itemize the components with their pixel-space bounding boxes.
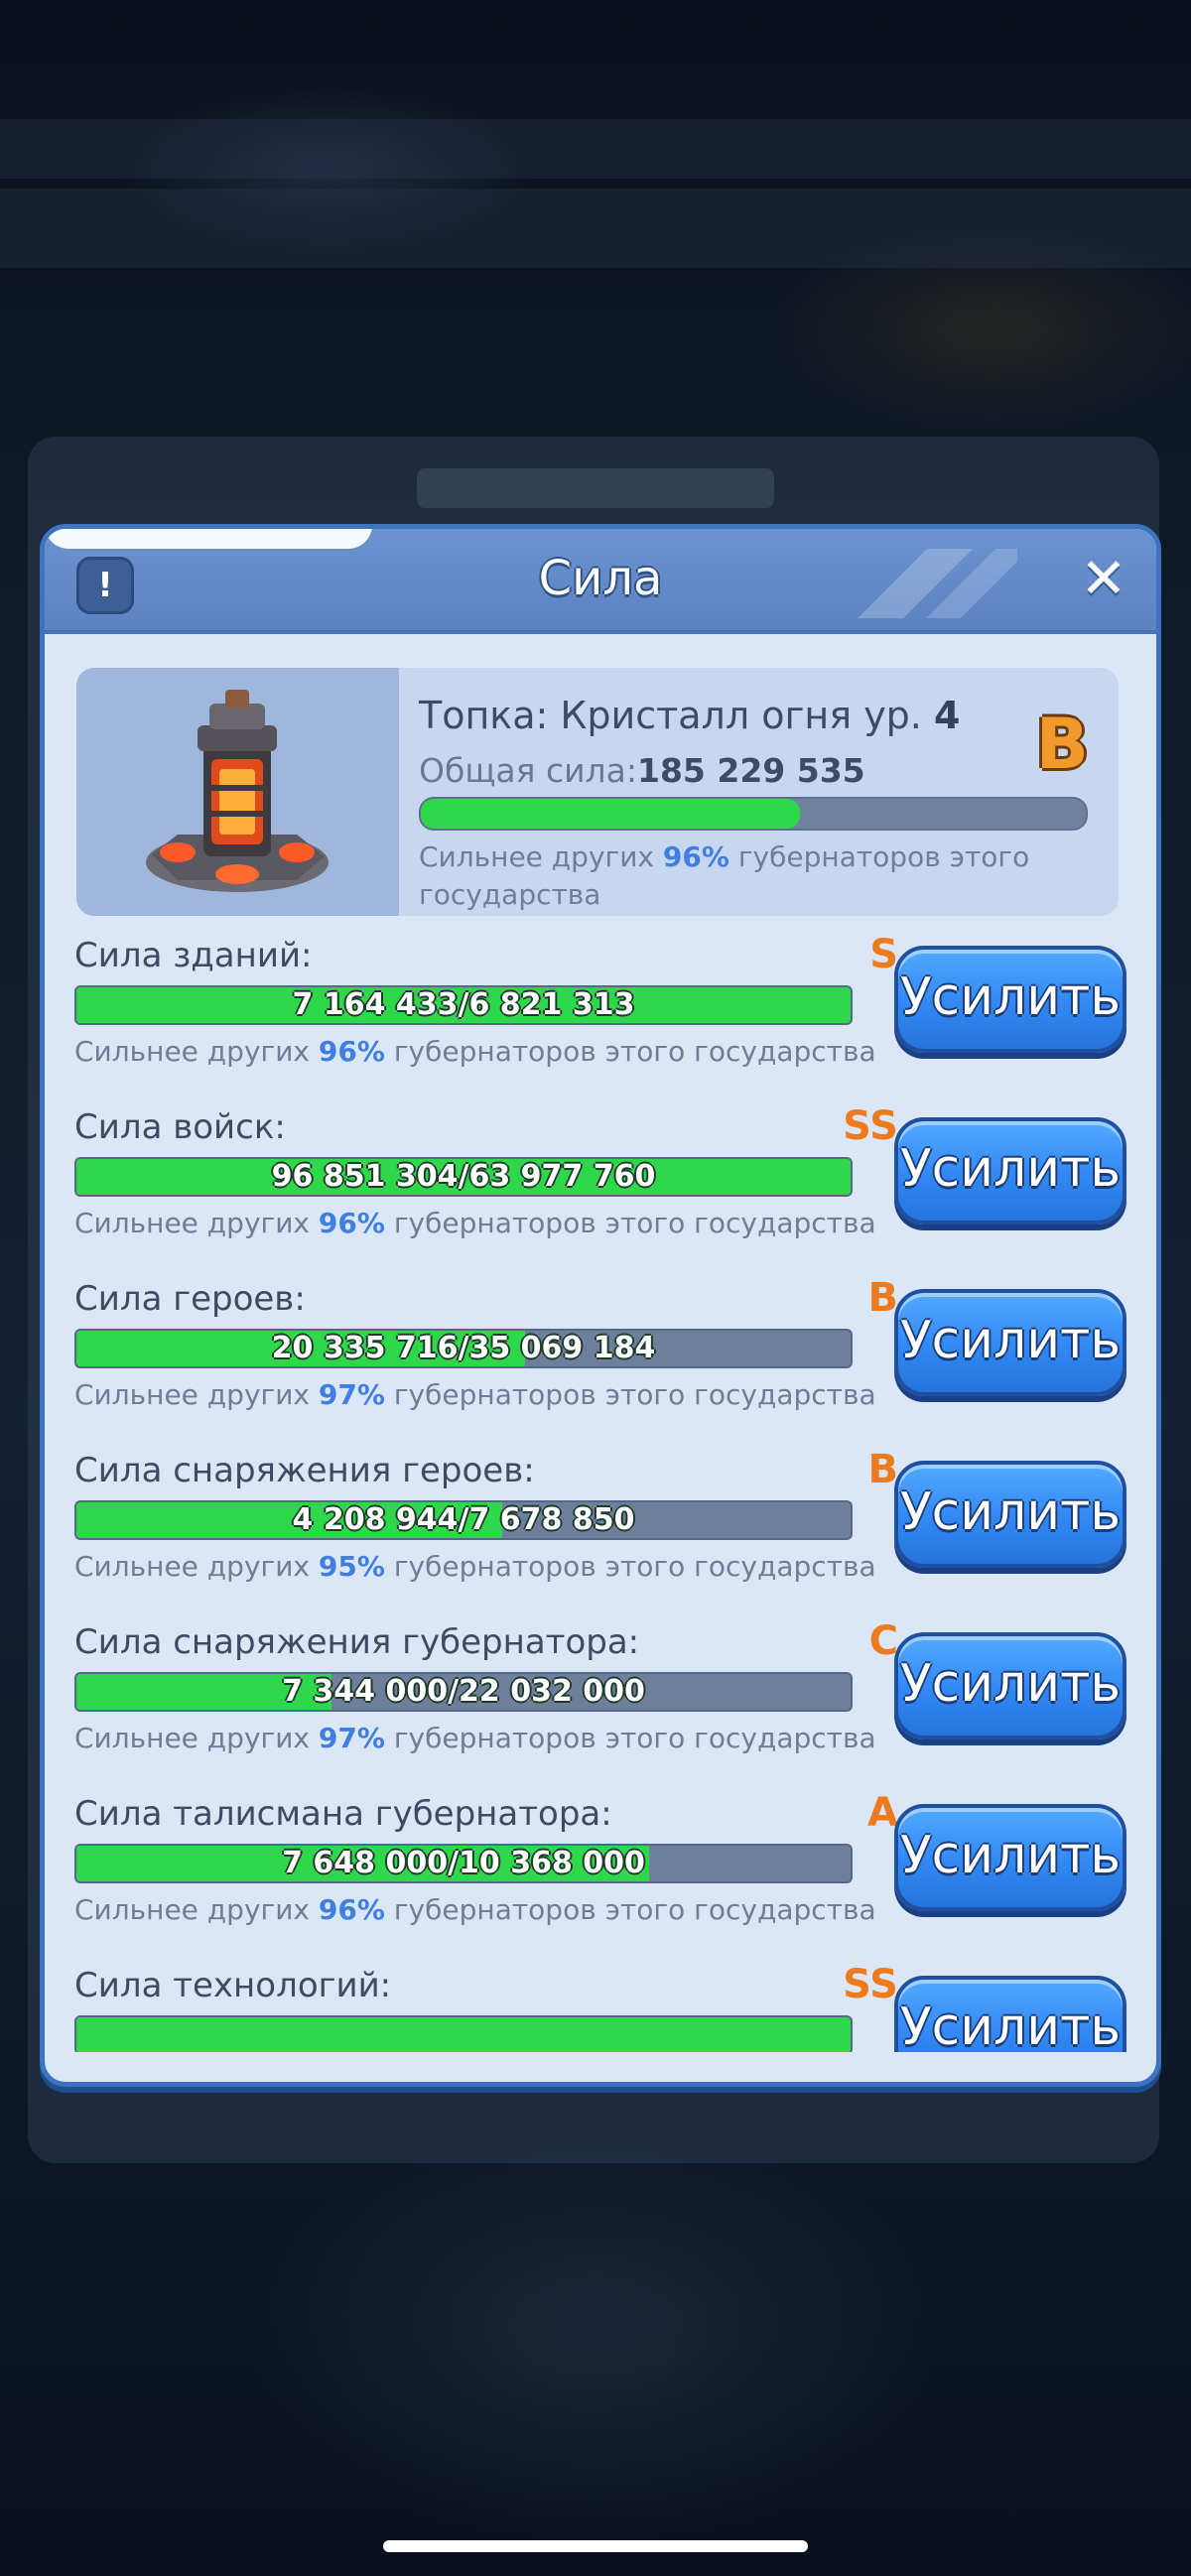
row-progress-value: 7 344 000/22 032 000 — [282, 1674, 645, 1709]
row-rank-note: Сильнее других 95% губернаторов этого го… — [74, 1550, 876, 1583]
background-top-bar — [0, 119, 1191, 179]
info-button[interactable]: ! — [76, 557, 134, 614]
power-row-hero-gear: Сила снаряжения героев: B 4 208 944/7 678 … — [45, 1447, 1156, 1621]
summary-rank-note: Сильнее других 96% губернаторов этого го… — [419, 840, 1030, 911]
close-button[interactable]: ✕ — [1073, 549, 1134, 610]
row-label: Сила технологий: — [74, 1966, 392, 2005]
home-indicator — [383, 2540, 808, 2552]
row-label: Сила снаряжения губернатора: — [74, 1622, 640, 1662]
fire-crystal-furnace-image — [146, 690, 329, 892]
power-row-governor-gear: Сила снаряжения губернатора: C 7 344 000/2… — [45, 1618, 1156, 1793]
row-grade-badge: SS — [843, 1962, 898, 2007]
summary-progress-bar — [419, 797, 1088, 831]
boost-button[interactable]: Усилить — [894, 1289, 1126, 1396]
row-grade-badge: B — [867, 1275, 899, 1321]
row-label: Сила войск: — [74, 1107, 286, 1147]
row-progress-value: 7 164 433/6 821 313 — [292, 987, 635, 1022]
row-grade-badge: S — [869, 936, 898, 977]
row-progress-value: 20 335 716/35 069 184 — [271, 1331, 656, 1365]
total-power-value: 185 229 535 — [637, 751, 865, 790]
row-grade-badge: C — [868, 1618, 898, 1664]
power-row-troops: Сила войск: SS 96 851 304/63 977 760 Сильне… — [45, 1103, 1156, 1278]
row-rank-note: Сильнее других 96% губернаторов этого го… — [74, 1207, 876, 1239]
power-row-heroes: Сила героев: B 20 335 716/35 069 184 Сильне… — [45, 1275, 1156, 1450]
row-label: Сила героев: — [74, 1279, 306, 1319]
exclamation-icon: ! — [97, 566, 113, 605]
building-level: 4 — [933, 694, 961, 737]
power-row-buildings: Сила зданий: S 7 164 433/6 821 313 Сильнее … — [45, 936, 1156, 1106]
row-rank-note: Сильнее других 96% губернаторов этого го… — [74, 1035, 876, 1068]
power-row-governor-charm: Сила талисмана губернатора: A 7 648 000/10… — [45, 1790, 1156, 1965]
summary-progress-fill — [421, 799, 800, 829]
row-grade-badge: A — [867, 1790, 898, 1836]
row-label: Сила талисмана губернатора: — [74, 1794, 612, 1834]
row-progress-value: 96 851 304/63 977 760 — [271, 1159, 656, 1194]
total-power: Общая сила:185 229 535 — [419, 751, 865, 790]
power-row-tech: Сила технологий: SS Усилить — [45, 1962, 1156, 2052]
row-progress-bar: 20 335 716/35 069 184 — [74, 1329, 853, 1368]
row-progress-bar: 7 344 000/22 032 000 — [74, 1672, 853, 1712]
power-dialog: Сила ! ✕ Топка: Кристалл огня ур. 4 B Об… — [40, 524, 1161, 2087]
summary-card: Топка: Кристалл огня ур. 4 B Общая сила:… — [76, 668, 1119, 916]
close-x-icon: ✕ — [1080, 547, 1127, 611]
row-progress-bar: 7 648 000/10 368 000 — [74, 1844, 853, 1883]
row-label: Сила зданий: — [74, 936, 313, 975]
row-progress-bar — [74, 2015, 853, 2052]
boost-button[interactable]: Усилить — [894, 1117, 1126, 1224]
boost-button[interactable]: Усилить — [894, 1976, 1126, 2052]
row-progress-bar: 4 208 944/7 678 850 — [74, 1500, 853, 1540]
boost-button[interactable]: Усилить — [894, 946, 1126, 1053]
row-progress-value — [76, 2017, 851, 2052]
row-grade-badge: SS — [843, 1103, 898, 1149]
boost-button[interactable]: Усилить — [894, 1632, 1126, 1739]
row-label: Сила снаряжения героев: — [74, 1451, 535, 1490]
power-categories-list[interactable]: Сила зданий: S 7 164 433/6 821 313 Сильнее … — [45, 936, 1156, 2052]
background-resource-bar — [0, 189, 1191, 268]
boost-button[interactable]: Усилить — [894, 1461, 1126, 1568]
boost-button[interactable]: Усилить — [894, 1804, 1126, 1911]
summary-grade-badge: B — [1035, 704, 1089, 785]
row-progress-bar: 7 164 433/6 821 313 — [74, 985, 853, 1025]
background-panel-title — [417, 468, 774, 508]
building-name: Топка: Кристалл огня ур. 4 — [419, 694, 961, 737]
row-progress-value: 4 208 944/7 678 850 — [292, 1502, 635, 1537]
row-progress-value: 7 648 000/10 368 000 — [282, 1846, 645, 1880]
snow-decoration — [45, 529, 372, 549]
row-rank-note: Сильнее других 97% губернаторов этого го… — [74, 1722, 876, 1754]
row-progress-bar: 96 851 304/63 977 760 — [74, 1157, 853, 1197]
row-rank-note: Сильнее других 96% губернаторов этого го… — [74, 1893, 876, 1926]
row-rank-note: Сильнее других 97% губернаторов этого го… — [74, 1378, 876, 1411]
building-image-frame — [76, 668, 399, 916]
row-grade-badge: B — [867, 1447, 899, 1492]
